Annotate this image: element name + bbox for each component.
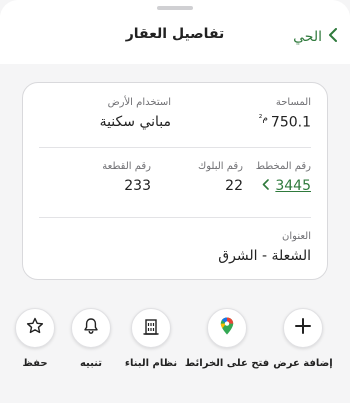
- content-area: المساحة 750.1م² استخدام الأرض مباني سكني…: [0, 64, 350, 403]
- area-number: 750.1: [270, 114, 311, 131]
- add-offer-label: إضافة عرض: [273, 358, 333, 369]
- parcel-number-value: 233: [124, 178, 151, 194]
- page-title: تفاصيل العقار: [125, 26, 225, 42]
- parcel-number-label: رقم القطعة: [102, 161, 151, 172]
- land-use-field: استخدام الأرض مباني سكنية: [100, 97, 171, 130]
- parcel-number-field: رقم القطعة 233: [102, 161, 151, 194]
- building-system-label: نظام البناء: [124, 358, 178, 369]
- address-field: العنوان الشعلة - الشرق: [218, 231, 311, 264]
- save-button[interactable]: حفظ: [0, 308, 70, 369]
- block-number-field: رقم البلوك 22: [198, 161, 243, 194]
- property-details-sheet: الحي تفاصيل العقار المساحة 750.1م² استخد…: [0, 0, 350, 403]
- bell-icon: [81, 316, 101, 340]
- land-use-value: مباني سكنية: [99, 114, 171, 130]
- building-system-circle[interactable]: [131, 308, 171, 348]
- block-number-value: 22: [225, 178, 243, 194]
- google-maps-pin-icon: [217, 316, 237, 340]
- star-icon: [25, 316, 45, 340]
- plan-number-field: رقم المخطط 3445: [256, 161, 311, 194]
- address-value: الشعلة - الشرق: [218, 248, 311, 264]
- header: الحي تفاصيل العقار: [0, 10, 350, 64]
- alert-circle[interactable]: [71, 308, 111, 348]
- chevron-left-icon: [262, 178, 270, 194]
- plan-number-value: 3445: [275, 178, 311, 194]
- plan-number-label: رقم المخطط: [255, 161, 311, 172]
- plan-number-link[interactable]: 3445: [256, 178, 311, 194]
- add-offer-circle[interactable]: [283, 308, 323, 348]
- area-value: 750.1م²: [259, 114, 311, 131]
- open-maps-label: فتح على الخرائط: [184, 358, 270, 369]
- plus-icon: [293, 316, 313, 340]
- land-use-label: استخدام الأرض: [107, 97, 171, 108]
- divider: [39, 217, 311, 218]
- block-number-label: رقم البلوك: [197, 161, 243, 172]
- action-bar: إضافة عرض فتح على الخرائط نظام البناء تن…: [0, 290, 350, 403]
- open-maps-button[interactable]: فتح على الخرائط: [185, 308, 269, 369]
- building-system-button[interactable]: نظام البناء: [116, 308, 186, 369]
- save-circle[interactable]: [15, 308, 55, 348]
- add-offer-button[interactable]: إضافة عرض: [268, 308, 338, 369]
- open-maps-circle[interactable]: [207, 308, 247, 348]
- area-unit: م²: [258, 114, 268, 124]
- area-label: المساحة: [275, 97, 311, 108]
- save-label: حفظ: [22, 358, 48, 369]
- property-details-card: المساحة 750.1م² استخدام الأرض مباني سكني…: [22, 82, 328, 280]
- divider: [39, 147, 311, 148]
- building-icon: [141, 316, 161, 340]
- address-label: العنوان: [282, 231, 311, 242]
- alert-label: تنبيه: [79, 358, 103, 369]
- area-field: المساحة 750.1م²: [259, 97, 311, 131]
